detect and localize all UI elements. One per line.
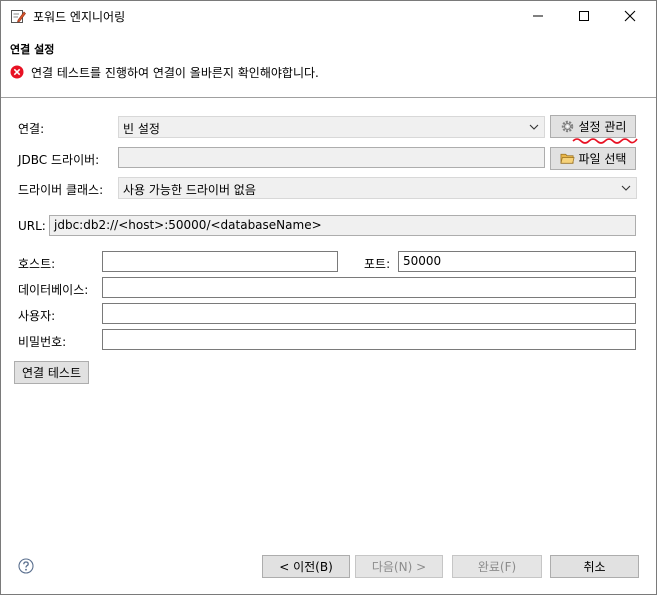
driver-class-label: 드라이버 클래스: bbox=[18, 183, 104, 197]
cancel-button-label: 취소 bbox=[583, 560, 606, 574]
finish-button-label: 완료(F) bbox=[477, 560, 517, 574]
connection-select-value: 빈 설정 bbox=[123, 122, 160, 136]
database-field[interactable] bbox=[102, 277, 636, 298]
url-label: URL: bbox=[18, 219, 46, 233]
back-button-label: < 이전(B) bbox=[279, 560, 333, 574]
cancel-button[interactable]: 취소 bbox=[550, 555, 639, 578]
page-title: 연결 설정 bbox=[10, 43, 55, 56]
connection-form: 연결: 빈 설정 설정 관리 JDBC 드라이버: 파일 선택 드라이버 클래스… bbox=[1, 99, 656, 537]
driver-class-select[interactable]: 사용 가능한 드라이버 없음 bbox=[118, 177, 637, 199]
wizard-header: 연결 설정 연결 테스트를 진행하여 연결이 올바른지 확인해야합니다. bbox=[1, 31, 656, 98]
next-button[interactable]: 다음(N) > bbox=[355, 555, 443, 578]
help-icon[interactable] bbox=[18, 558, 34, 574]
chevron-down-icon bbox=[621, 185, 631, 191]
url-field[interactable]: jdbc:db2://<host>:50000/<databaseName> bbox=[49, 215, 636, 236]
port-field[interactable]: 50000 bbox=[398, 251, 636, 272]
user-field[interactable] bbox=[102, 303, 636, 324]
host-field[interactable] bbox=[102, 251, 338, 272]
file-select-button[interactable]: 파일 선택 bbox=[550, 147, 636, 170]
window-title: 포워드 엔지니어링 bbox=[33, 10, 126, 24]
annotation-underline bbox=[572, 138, 638, 144]
gear-icon bbox=[561, 120, 573, 133]
connection-select[interactable]: 빈 설정 bbox=[118, 116, 545, 138]
host-label: 호스트: bbox=[18, 257, 56, 271]
folder-icon bbox=[559, 153, 575, 164]
manage-settings-label: 설정 관리 bbox=[578, 120, 627, 134]
maximize-icon bbox=[579, 11, 589, 21]
test-connection-label: 연결 테스트 bbox=[21, 366, 81, 380]
close-icon bbox=[624, 10, 636, 22]
connection-label: 연결: bbox=[18, 122, 45, 136]
jdbc-driver-label: JDBC 드라이버: bbox=[18, 153, 100, 167]
database-label: 데이터베이스: bbox=[18, 283, 89, 297]
manage-settings-button[interactable]: 설정 관리 bbox=[550, 115, 636, 138]
password-field[interactable] bbox=[102, 329, 636, 350]
file-select-label: 파일 선택 bbox=[578, 152, 627, 166]
wizard-footer: < 이전(B) 다음(N) > 완료(F) 취소 bbox=[1, 537, 656, 594]
minimize-icon bbox=[533, 15, 543, 17]
edit-document-icon bbox=[11, 10, 26, 23]
minimize-button[interactable] bbox=[515, 1, 561, 31]
error-icon bbox=[10, 65, 24, 79]
port-label: 포트: bbox=[364, 257, 391, 271]
user-label: 사용자: bbox=[18, 309, 56, 323]
maximize-button[interactable] bbox=[561, 1, 607, 31]
close-button[interactable] bbox=[607, 1, 653, 31]
next-button-label: 다음(N) > bbox=[371, 560, 427, 574]
title-bar: 포워드 엔지니어링 bbox=[1, 1, 656, 31]
chevron-down-icon bbox=[529, 124, 539, 130]
password-label: 비밀번호: bbox=[18, 335, 67, 349]
driver-class-value: 사용 가능한 드라이버 없음 bbox=[123, 183, 256, 197]
error-message: 연결 테스트를 진행하여 연결이 올바른지 확인해야합니다. bbox=[31, 66, 319, 80]
test-connection-button[interactable]: 연결 테스트 bbox=[14, 361, 89, 384]
back-button[interactable]: < 이전(B) bbox=[262, 555, 350, 578]
forward-engineering-dialog: 포워드 엔지니어링 연결 설정 연결 테스트를 진행하여 연결이 올바른지 확인… bbox=[0, 0, 657, 595]
jdbc-driver-field[interactable] bbox=[118, 147, 545, 168]
finish-button[interactable]: 완료(F) bbox=[452, 555, 542, 578]
